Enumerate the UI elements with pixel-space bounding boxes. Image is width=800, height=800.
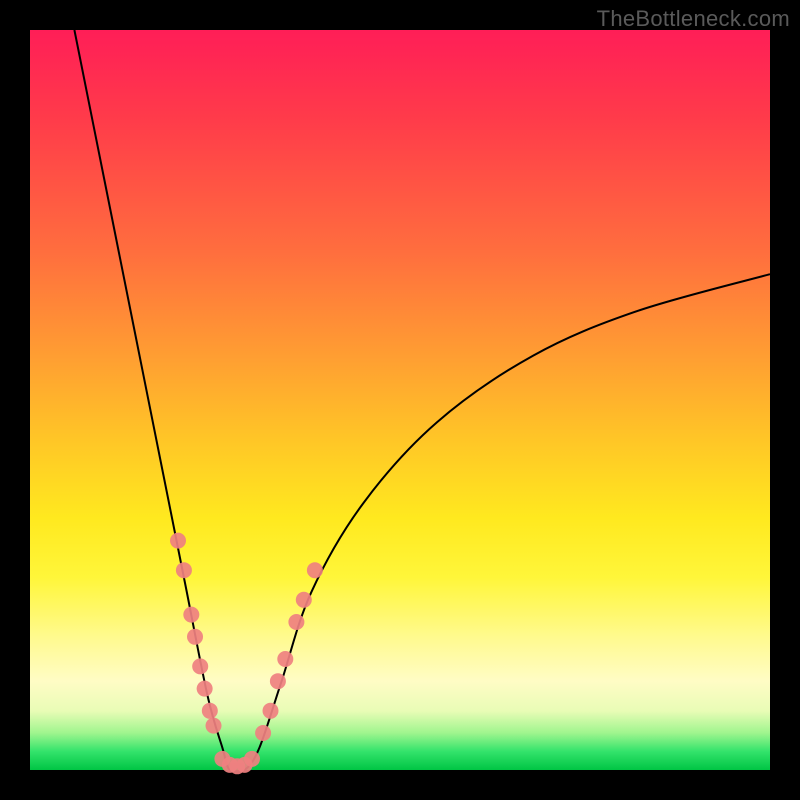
data-point: [277, 651, 293, 667]
data-point: [206, 718, 222, 734]
watermark-text: TheBottleneck.com: [597, 6, 790, 32]
data-point: [183, 607, 199, 623]
bottleneck-curve: [74, 30, 770, 773]
data-point: [192, 658, 208, 674]
data-point: [197, 681, 213, 697]
data-point: [296, 592, 312, 608]
data-point: [244, 751, 260, 767]
data-point: [176, 562, 192, 578]
data-point: [288, 614, 304, 630]
data-point: [187, 629, 203, 645]
curve-svg: [30, 30, 770, 770]
plot-area: [30, 30, 770, 770]
chart-container: TheBottleneck.com: [0, 0, 800, 800]
data-point: [202, 703, 218, 719]
data-point: [255, 725, 271, 741]
data-dots: [170, 533, 323, 775]
data-point: [270, 673, 286, 689]
data-point: [170, 533, 186, 549]
data-point: [307, 562, 323, 578]
data-point: [263, 703, 279, 719]
